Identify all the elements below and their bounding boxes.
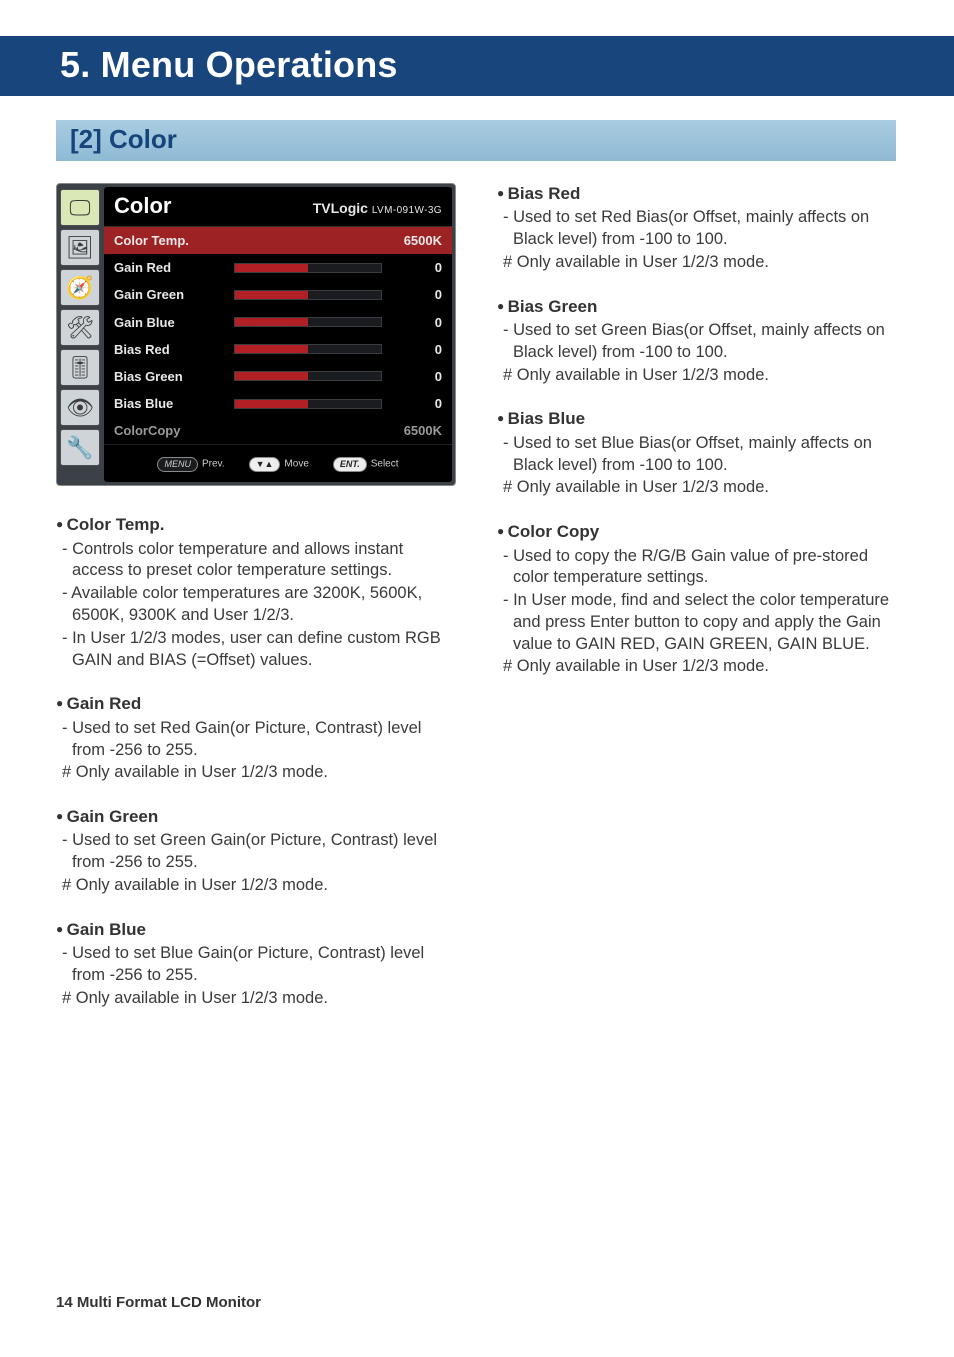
item-line: # Only available in User 1/2/3 mode. [56,988,457,1010]
osd-side-tabs: 🖵 🖼 🧭 🛠 🎚 👁 🔧 [60,187,104,482]
item-title: Bias Blue [497,408,898,430]
osd-tab-5-icon: 🎚 [60,349,100,386]
page: 5. Menu Operations [2] Color 🖵 🖼 🧭 🛠 🎚 👁… [0,0,954,1357]
slider-bar [234,344,382,354]
osd-hint-prev: MENU Prev. [157,457,224,472]
slider-bar [234,317,382,327]
left-column: 🖵 🖼 🧭 🛠 🎚 👁 🔧 Color TVLogic [56,183,457,1032]
osd-row-label: Gain Green [114,286,234,303]
content-columns: 🖵 🖼 🧭 🛠 🎚 👁 🔧 Color TVLogic [0,161,954,1032]
osd-row-value: 0 [396,314,442,331]
osd-footer-hints: MENU Prev. ▼▲Move ENT. Select [104,444,452,482]
osd-row-bias-blue: Bias Blue 0 [104,390,452,417]
item-line: # Only available in User 1/2/3 mode. [497,365,898,387]
item-line: # Only available in User 1/2/3 mode. [497,252,898,274]
osd-model: LVM-091W-3G [372,205,442,216]
osd-row-gain-blue: Gain Blue 0 [104,309,452,336]
item-line: - In User 1/2/3 modes, user can define c… [56,628,457,672]
osd-row-value: 0 [396,286,442,303]
osd-row-value: 0 [396,341,442,358]
osd-row-label: Bias Green [114,368,234,385]
osd-tab-2-icon: 🖼 [60,229,100,266]
osd-row-gain-red: Gain Red 0 [104,254,452,281]
desc-item-bias-red: Bias Red- Used to set Red Bias(or Offset… [497,183,898,274]
osd-body: Color TVLogic LVM-091W-3G Color Temp. 650… [104,187,452,482]
item-title: Gain Green [56,806,457,828]
page-footer: 14 Multi Format LCD Monitor [56,1294,261,1311]
osd-tab-6-icon: 👁 [60,389,100,426]
osd-row-bias-red: Bias Red 0 [104,336,452,363]
osd-tab-3-icon: 🧭 [60,269,100,306]
item-title: Bias Green [497,296,898,318]
osd-row-label: Gain Blue [114,314,234,331]
item-line: - In User mode, find and select the colo… [497,590,898,655]
ent-pill-icon: ENT. [333,457,367,472]
item-line: # Only available in User 1/2/3 mode. [497,477,898,499]
osd-row-colorcopy: ColorCopy 6500K [104,417,452,444]
item-title: Gain Red [56,693,457,715]
desc-item-color-copy: Color Copy - Used to copy the R/G/B Gain … [497,521,898,678]
osd-row-bias-green: Bias Green 0 [104,363,452,390]
osd-row-gain-green: Gain Green 0 [104,281,452,308]
item-line: - Used to set Red Gain(or Picture, Contr… [56,718,457,762]
desc-item-bias-green: Bias Green- Used to set Green Bias(or Of… [497,296,898,387]
item-line: # Only available in User 1/2/3 mode. [497,656,898,678]
item-line: - Used to set Blue Gain(or Picture, Cont… [56,943,457,987]
osd-tab-4-icon: 🛠 [60,309,100,346]
desc-item-color-temp-: Color Temp. - Controls color temperature … [56,514,457,671]
chapter-title: 5. Menu Operations [0,36,954,96]
item-line: - Used to set Green Gain(or Picture, Con… [56,830,457,874]
item-title: Bias Red [497,183,898,205]
osd-move-label: Move [284,459,308,470]
osd-row-color-temp-: Color Temp. 6500K [104,227,452,254]
osd-title: Color [114,191,171,220]
menu-pill-icon: MENU [157,457,198,472]
osd-screenshot: 🖵 🖼 🧭 🛠 🎚 👁 🔧 Color TVLogic [56,183,456,486]
osd-tab-color-icon: 🖵 [60,189,100,226]
osd-select-label: Select [371,459,399,470]
osd-row-label: Color Temp. [114,232,234,249]
osd-row-label: Bias Red [114,341,234,358]
desc-item-bias-blue: Bias Blue - Used to set Blue Bias(or Offs… [497,408,898,499]
osd-row-label: ColorCopy [114,422,234,439]
osd-row-label: Gain Red [114,259,234,276]
slider-bar [234,371,382,381]
osd-brand-name: TVLogic [313,200,368,216]
osd-brand: TVLogic LVM-091W-3G [313,199,442,217]
desc-item-gain-blue: Gain Blue- Used to set Blue Gain(or Pict… [56,919,457,1010]
item-title: Color Copy [497,521,898,543]
osd-hint-move: ▼▲Move [249,457,309,472]
item-line: - Available color temperatures are 3200K… [56,583,457,627]
right-column: Bias Red- Used to set Red Bias(or Offset… [497,183,898,1032]
item-line: - Used to set Green Bias(or Offset, main… [497,320,898,364]
osd-hint-select: ENT. Select [333,457,399,472]
item-title: Color Temp. [56,514,457,536]
osd-row-value: 0 [396,395,442,412]
desc-item-gain-green: Gain Green- Used to set Green Gain(or Pi… [56,806,457,897]
arrows-pill-icon: ▼▲ [249,457,281,472]
osd-prev-label: Prev. [202,459,225,470]
slider-bar [234,290,382,300]
item-line: # Only available in User 1/2/3 mode. [56,875,457,897]
item-line: - Used to copy the R/G/B Gain value of p… [497,546,898,590]
desc-item-gain-red: Gain Red - Used to set Red Gain(or Pictur… [56,693,457,784]
item-line: - Used to set Blue Bias(or Offset, mainl… [497,433,898,477]
osd-row-value: 0 [396,259,442,276]
item-line: # Only available in User 1/2/3 mode. [56,762,457,784]
item-title: Gain Blue [56,919,457,941]
osd-row-value: 0 [396,368,442,385]
osd-row-value: 6500K [396,232,442,249]
osd-row-label: Bias Blue [114,395,234,412]
osd-row-value: 6500K [396,422,442,439]
slider-bar [234,399,382,409]
slider-bar [234,263,382,273]
item-line: - Used to set Red Bias(or Offset, mainly… [497,207,898,251]
item-line: - Controls color temperature and allows … [56,539,457,583]
section-title: [2] Color [56,120,896,161]
osd-tab-7-icon: 🔧 [60,429,100,466]
